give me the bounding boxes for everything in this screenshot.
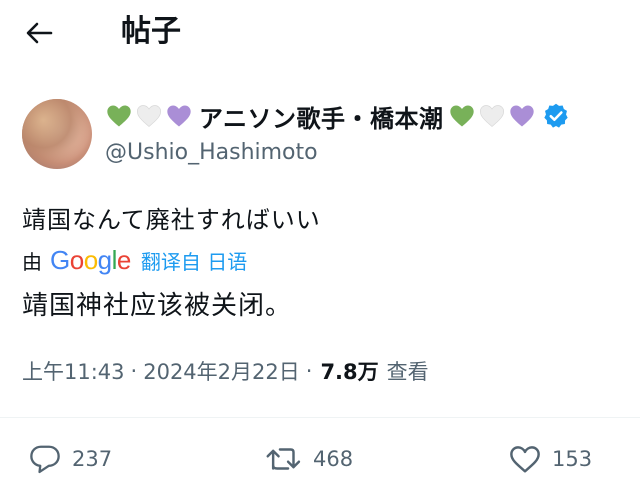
like-button[interactable]: 153 bbox=[508, 444, 592, 474]
post-date[interactable]: 2024年2月22日 bbox=[143, 356, 300, 386]
translated-from-link[interactable]: 翻译自 日语 bbox=[141, 246, 247, 275]
purple-heart-icon bbox=[509, 105, 534, 127]
views-count: 7.8万 bbox=[320, 360, 379, 384]
author-display-name: アニソン歌手・橋本潮 bbox=[199, 104, 444, 133]
like-count: 153 bbox=[552, 447, 593, 471]
author-name-row[interactable]: アニソン歌手・橋本潮 bbox=[105, 98, 570, 134]
repost-icon bbox=[266, 448, 301, 470]
translation-attribution: 由 Google 翻译自 日语 bbox=[22, 245, 247, 275]
author-handle[interactable]: @Ushio_Hashimoto bbox=[105, 140, 318, 165]
post-meta: 上午11:43 · 2024年2月22日 · 7.8万 查看 bbox=[22, 356, 429, 386]
white-heart-icon bbox=[479, 105, 504, 127]
views-label: 查看 bbox=[386, 360, 429, 384]
white-heart-icon bbox=[136, 105, 162, 127]
reply-icon bbox=[30, 445, 60, 474]
arrow-left-icon bbox=[26, 22, 53, 44]
back-button[interactable] bbox=[22, 16, 56, 50]
post-text: 靖国なんて廃社すればいい bbox=[22, 206, 321, 234]
green-heart-icon bbox=[449, 105, 474, 127]
meta-separator: · bbox=[305, 359, 313, 383]
heart-outline-icon bbox=[510, 446, 540, 473]
green-heart-icon bbox=[107, 105, 131, 127]
translated-text: 靖国神社应该被关闭。 bbox=[22, 291, 293, 321]
google-logo: Google bbox=[50, 244, 131, 275]
reply-button[interactable]: 237 bbox=[28, 444, 112, 474]
repost-button[interactable]: 468 bbox=[265, 444, 353, 474]
post-time[interactable]: 上午11:43 bbox=[22, 356, 125, 386]
page-title: 帖子 bbox=[121, 14, 181, 49]
meta-separator: · bbox=[130, 359, 138, 383]
translated-by-label: 由 bbox=[22, 249, 42, 274]
reply-count: 237 bbox=[72, 447, 113, 471]
verified-badge-icon bbox=[543, 103, 568, 128]
avatar[interactable] bbox=[22, 99, 92, 169]
divider bbox=[0, 417, 640, 418]
purple-heart-icon bbox=[167, 105, 191, 127]
repost-count: 468 bbox=[313, 447, 354, 471]
